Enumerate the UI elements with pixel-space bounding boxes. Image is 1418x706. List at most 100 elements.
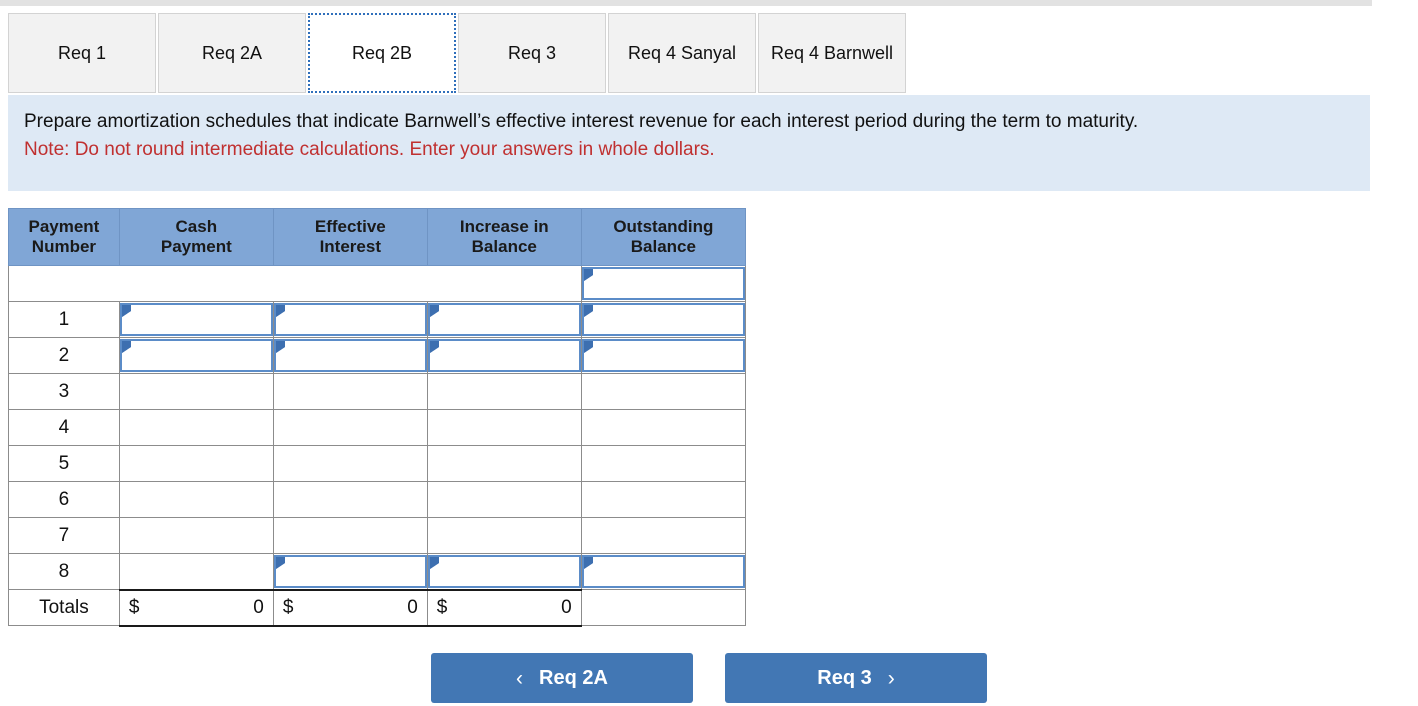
- input-opening-outstanding-balance[interactable]: [581, 266, 745, 302]
- tab-label: Req 4 Barnwell: [771, 43, 893, 64]
- entry-flag-icon: [430, 305, 439, 317]
- totals-outstanding-balance: [581, 590, 745, 626]
- cell-row7-outstanding-balance[interactable]: [581, 518, 745, 554]
- header-line-2: Balance: [582, 237, 745, 257]
- header-line-2: Payment: [120, 237, 273, 257]
- cell-row6-outstanding-balance[interactable]: [581, 482, 745, 518]
- entry-flag-icon: [584, 305, 593, 317]
- entry-box[interactable]: [274, 555, 427, 588]
- header-outstanding-balance: Outstanding Balance: [581, 209, 745, 266]
- header-line-1: Outstanding: [582, 217, 745, 237]
- entry-flag-icon: [430, 341, 439, 353]
- cell-row3-cash-payment[interactable]: [119, 374, 273, 410]
- cell-row3-increase-in-balance[interactable]: [427, 374, 581, 410]
- cell-row4-increase-in-balance[interactable]: [427, 410, 581, 446]
- cell-row6-cash-payment[interactable]: [119, 482, 273, 518]
- entry-box[interactable]: [120, 303, 273, 336]
- entry-flag-icon: [584, 341, 593, 353]
- totals-value: 0: [407, 597, 418, 619]
- row-label: 3: [9, 374, 120, 410]
- header-increase-in-balance: Increase in Balance: [427, 209, 581, 266]
- entry-box[interactable]: [582, 303, 745, 336]
- totals-label: Totals: [9, 590, 120, 626]
- cell-row5-effective-interest[interactable]: [273, 446, 427, 482]
- entry-flag-icon: [122, 341, 131, 353]
- entry-flag-icon: [584, 269, 593, 281]
- tab-req-3[interactable]: Req 3: [458, 13, 606, 93]
- cell-row6-increase-in-balance[interactable]: [427, 482, 581, 518]
- table-row: 4: [9, 410, 746, 446]
- input-row2-cash-payment[interactable]: [119, 338, 273, 374]
- input-row2-outstanding-balance[interactable]: [581, 338, 745, 374]
- entry-box[interactable]: [428, 339, 581, 372]
- entry-box[interactable]: [428, 303, 581, 336]
- entry-box[interactable]: [274, 339, 427, 372]
- row-label: 7: [9, 518, 120, 554]
- input-row2-effective-interest[interactable]: [273, 338, 427, 374]
- cell-row3-effective-interest[interactable]: [273, 374, 427, 410]
- entry-box[interactable]: [120, 339, 273, 372]
- table-row: 3: [9, 374, 746, 410]
- input-row2-increase-in-balance[interactable]: [427, 338, 581, 374]
- table-row: 6: [9, 482, 746, 518]
- tab-req-4-sanyal[interactable]: Req 4 Sanyal: [608, 13, 756, 93]
- cell-row7-effective-interest[interactable]: [273, 518, 427, 554]
- currency-symbol: $: [437, 597, 448, 619]
- totals-effective-interest: $ 0: [273, 590, 427, 626]
- cell-row4-cash-payment[interactable]: [119, 410, 273, 446]
- opening-merged-cell: [9, 266, 582, 302]
- tab-req-2a[interactable]: Req 2A: [158, 13, 306, 93]
- amortization-schedule-table: Payment Number Cash Payment Effective In…: [8, 208, 746, 627]
- header-line-1: Cash: [120, 217, 273, 237]
- tab-label: Req 3: [508, 43, 556, 64]
- cell-row8-cash-payment[interactable]: [119, 554, 273, 590]
- cell-row3-outstanding-balance[interactable]: [581, 374, 745, 410]
- tab-req-1[interactable]: Req 1: [8, 13, 156, 93]
- input-row1-effective-interest[interactable]: [273, 302, 427, 338]
- cell-row5-increase-in-balance[interactable]: [427, 446, 581, 482]
- tab-label: Req 2B: [352, 43, 412, 64]
- cell-row4-outstanding-balance[interactable]: [581, 410, 745, 446]
- input-row1-increase-in-balance[interactable]: [427, 302, 581, 338]
- header-line-2: Balance: [428, 237, 581, 257]
- tab-label: Req 1: [58, 43, 106, 64]
- row-label: 5: [9, 446, 120, 482]
- header-line-2: Interest: [274, 237, 427, 257]
- header-line-1: Payment: [9, 217, 119, 237]
- next-requirement-button[interactable]: Req 3 ›: [725, 653, 987, 703]
- entry-box[interactable]: [582, 555, 745, 588]
- totals-increase-in-balance: $ 0: [427, 590, 581, 626]
- table-row: 2: [9, 338, 746, 374]
- input-row8-effective-interest[interactable]: [273, 554, 427, 590]
- table-row: 7: [9, 518, 746, 554]
- input-row8-outstanding-balance[interactable]: [581, 554, 745, 590]
- input-row8-increase-in-balance[interactable]: [427, 554, 581, 590]
- requirement-nav-bar: ‹ Req 2A Req 3 ›: [0, 653, 1418, 703]
- cell-row5-cash-payment[interactable]: [119, 446, 273, 482]
- entry-box[interactable]: [582, 339, 745, 372]
- prev-requirement-button[interactable]: ‹ Req 2A: [431, 653, 693, 703]
- tab-req-4-barnwell[interactable]: Req 4 Barnwell: [758, 13, 906, 93]
- instruction-text: Prepare amortization schedules that indi…: [24, 109, 1354, 134]
- cell-row6-effective-interest[interactable]: [273, 482, 427, 518]
- cell-row7-cash-payment[interactable]: [119, 518, 273, 554]
- row-label: 6: [9, 482, 120, 518]
- totals-value: 0: [561, 597, 572, 619]
- entry-box[interactable]: [582, 267, 745, 300]
- currency-symbol: $: [283, 597, 294, 619]
- requirement-tab-bar: Req 1 Req 2A Req 2B Req 3 Req 4 Sanyal R…: [8, 13, 906, 93]
- input-row1-cash-payment[interactable]: [119, 302, 273, 338]
- input-row1-outstanding-balance[interactable]: [581, 302, 745, 338]
- tab-label: Req 2A: [202, 43, 262, 64]
- entry-flag-icon: [276, 305, 285, 317]
- cell-row5-outstanding-balance[interactable]: [581, 446, 745, 482]
- cell-row7-increase-in-balance[interactable]: [427, 518, 581, 554]
- cell-row4-effective-interest[interactable]: [273, 410, 427, 446]
- table-row: 8: [9, 554, 746, 590]
- totals-cash-payment: $ 0: [119, 590, 273, 626]
- entry-box[interactable]: [274, 303, 427, 336]
- tab-req-2b[interactable]: Req 2B: [308, 13, 456, 93]
- instructions-panel: Prepare amortization schedules that indi…: [8, 95, 1370, 191]
- entry-box[interactable]: [428, 555, 581, 588]
- totals-value: 0: [253, 597, 264, 619]
